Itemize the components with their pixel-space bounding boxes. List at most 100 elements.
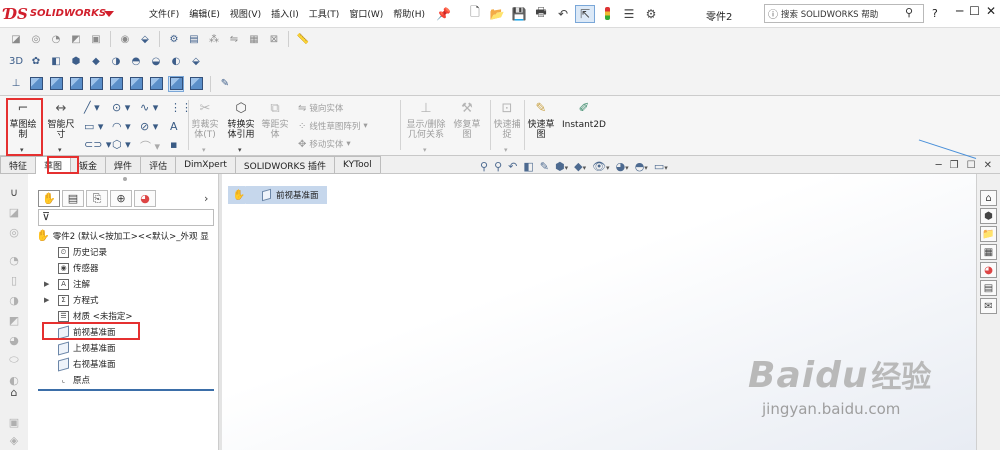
circle-icon[interactable]: ⊙ ▾ [112,101,130,114]
ellipse-icon[interactable]: ⊘ ▾ [140,120,158,133]
help-question-icon[interactable]: ? [932,7,938,20]
dimxpert-manager-tab-icon[interactable]: ⊕ [110,190,132,207]
revolve-icon[interactable]: ◎ [28,31,44,47]
configuration-manager-tab-icon[interactable]: ⎘ [86,190,108,207]
new-document-icon[interactable]: 🗋 [465,5,485,23]
menu-window[interactable]: 窗口(W) [344,7,388,20]
line-icon[interactable]: ╱ ▾ [84,101,100,114]
pattern-icon[interactable]: ⁂ [206,31,222,47]
polygon-icon[interactable]: ⬡ ▾ [112,138,131,151]
pencil-icon[interactable]: ✎ [217,76,233,92]
trim-entities-button[interactable]: ✂ 剪裁实 体(T) [188,100,222,140]
tab-dimxpert[interactable]: DimXpert [176,156,236,174]
convert-entities-button[interactable]: ⬡ 转换实 体引用 [224,100,258,140]
menu-view[interactable]: 视图(V) [225,7,266,20]
realview-icon[interactable]: ⬙ [188,53,204,69]
home-icon[interactable]: ⌂ [980,190,997,206]
view-orientation-hud-icon[interactable]: ⬢▾ [555,160,568,173]
doc-minimize-icon[interactable]: ─ [936,160,942,171]
doc-maximize-icon[interactable]: ☐ [967,160,976,171]
quick-snaps-button[interactable]: ⊡ 快速捕 捉 [490,100,524,140]
expand-arrow-icon[interactable]: ▶ [44,296,49,304]
menu-file[interactable]: 文件(F) [144,7,184,20]
maximize-icon[interactable]: ☐ [969,4,980,18]
cut-icon[interactable]: ◩ [6,312,22,328]
3d-sketch-icon[interactable]: 3D [8,53,24,69]
view-settings-hud-icon[interactable]: ▭▾ [654,160,668,173]
shell-icon[interactable]: ▣ [88,31,104,47]
tree-root-part[interactable]: ✋ 零件2 (默认<按加工><<默认>_外观 显 [36,229,209,242]
smart-dim-dropdown-icon[interactable]: ▾ [58,146,62,154]
trim-dropdown-icon[interactable]: ▾ [202,146,206,154]
repair-sketch-button[interactable]: ⚒ 修复草 图 [450,100,484,140]
rebuild-icon[interactable] [597,5,617,23]
rectangle-icon[interactable]: ▭ ▾ [84,120,103,133]
tree-item-origin[interactable]: ⌞ 原点 [58,374,90,386]
tree-item-history[interactable]: ⏲ 历史记录 [58,246,107,258]
trimetric-view-icon[interactable] [168,75,184,92]
file-properties-icon[interactable]: ☰ [619,5,639,23]
top-view-icon[interactable] [108,76,124,92]
custom-properties-icon[interactable]: ▤ [980,280,997,296]
close-icon[interactable]: ✕ [986,4,996,18]
breadcrumb-item[interactable]: 前视基准面 [246,186,327,204]
reference-geometry-icon[interactable]: ⬙ [137,31,153,47]
breadcrumb-part-icon[interactable]: ✋ [228,186,250,204]
appearance-icon[interactable]: ✿ [28,53,44,69]
isometric-view-icon[interactable] [148,76,164,92]
display-style-icon[interactable]: ◆ [88,53,104,69]
feature-tree-tab-icon[interactable]: ✋ [38,190,60,207]
undo-icon[interactable]: ↶ [553,5,573,23]
quick-snaps-dropdown-icon[interactable]: ▾ [504,146,508,154]
save-icon[interactable]: 💾 [509,5,529,23]
bottom-view-icon[interactable] [128,76,144,92]
smart-dimension-button[interactable]: ↔ 智能尺 寸 [44,100,78,140]
dynamic-annotation-icon[interactable]: ✎ [540,160,549,173]
instant2d-button[interactable]: ✐ Instant2D [560,100,608,130]
text-icon[interactable]: A [170,120,178,133]
tab-kytool[interactable]: KYTool [335,156,381,174]
scene-icon[interactable]: ◓ [128,53,144,69]
sketch-settings-icon[interactable]: ⚙ [166,31,182,47]
rapid-sketch-button[interactable]: ✎ 快速草 图 [526,100,556,140]
display-style-hud-icon[interactable]: ◆▾ [574,160,586,173]
rollback-bar[interactable] [38,389,214,391]
minimize-icon[interactable]: ─ [956,4,963,18]
extrude-boss-icon[interactable]: ◪ [6,204,22,220]
forum-icon[interactable]: ✉ [980,298,997,314]
loft-icon[interactable]: ▯ [6,272,22,288]
tab-evaluate[interactable]: 评估 [141,156,177,174]
back-view-icon[interactable] [48,76,64,92]
open-folder-icon[interactable]: 📂 [487,5,507,23]
pin-icon[interactable]: 📌 [436,7,451,21]
camera-icon[interactable]: ◐ [168,53,184,69]
doc-restore-icon[interactable]: ❐ [950,160,959,171]
mirror-entities-button[interactable]: ⇋ 镜向实体 [298,102,343,115]
extrude-icon[interactable]: ◪ [8,31,24,47]
fillet-left-icon[interactable]: ◕ [6,332,22,348]
chamfer-left-icon[interactable]: ⬭ [6,352,22,368]
front-view-icon[interactable] [28,76,44,92]
property-manager-tab-icon[interactable]: ▤ [62,190,84,207]
display-manager-tab-icon[interactable]: ◕ [134,190,156,207]
chamfer-icon[interactable]: ◩ [68,31,84,47]
tree-item-right-plane[interactable]: 右视基准面 [58,357,116,371]
tree-item-top-plane[interactable]: 上视基准面 [58,341,116,355]
spline-icon[interactable]: ∿ ▾ [140,101,158,114]
point-icon[interactable]: ▪ [170,138,177,151]
select-arrow-icon[interactable]: ⇱ [575,4,595,23]
relations-dropdown-icon[interactable]: ▾ [423,146,427,154]
view-palette-icon[interactable]: ▦ [980,244,997,260]
display-delete-relations-button[interactable]: ⊥ 显示/删除 几何关系 [404,100,448,140]
convert-dropdown-icon[interactable]: ▾ [238,146,242,154]
hide-show-icon[interactable]: ◑ [108,53,124,69]
tree-item-material[interactable]: ☰ 材质 <未指定> [58,310,132,322]
menu-tools[interactable]: 工具(T) [304,7,345,20]
previous-view-icon[interactable]: ↶ [508,160,517,173]
help-search-input[interactable]: ⓘ 搜索 SOLIDWORKS 帮助 ⚲ [764,4,924,23]
draft-icon[interactable]: ◈ [6,432,22,448]
right-view-icon[interactable] [88,76,104,92]
intersect-icon[interactable]: ⊠ [266,31,282,47]
tree-item-equations[interactable]: ▶ Σ 方程式 [44,294,99,306]
linear-pattern-button[interactable]: ⁘ 线性草图阵列 ▾ [298,120,368,133]
